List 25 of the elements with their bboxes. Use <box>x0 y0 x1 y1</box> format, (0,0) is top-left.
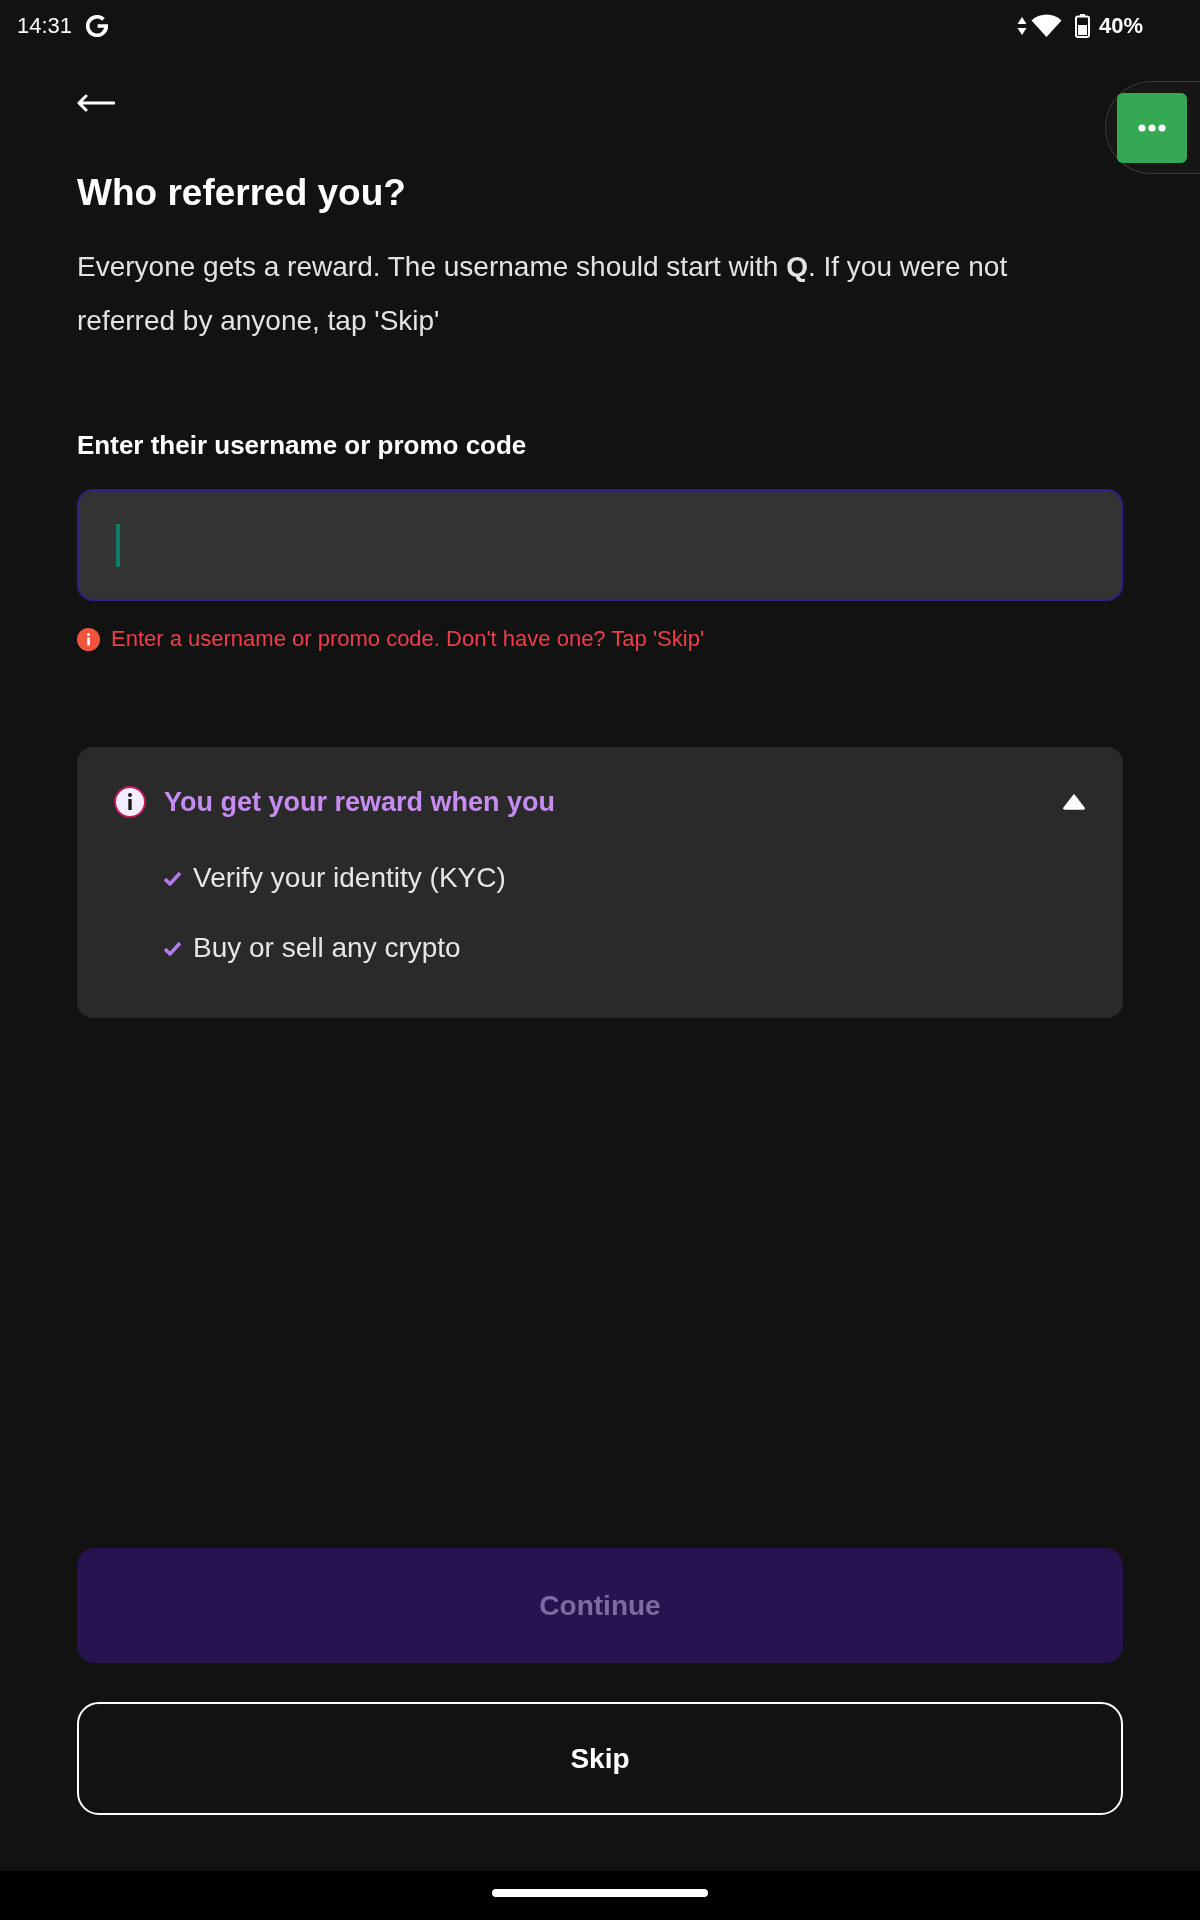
skip-button[interactable]: Skip <box>77 1702 1123 1815</box>
home-handle[interactable] <box>492 1889 708 1897</box>
more-icon <box>1117 92 1187 163</box>
error-message: Enter a username or promo code. Don't have one? Tap 'Skip' <box>111 625 705 653</box>
battery-icon <box>1074 14 1090 38</box>
reward-requirement: Verify your identity (KYC) <box>193 861 506 895</box>
check-icon <box>163 870 182 886</box>
reward-info-title: You get your reward when you <box>164 786 556 819</box>
page-title: Who referred you? <box>77 171 407 215</box>
reward-requirement: Buy or sell any crypto <box>193 931 461 965</box>
caret-icon[interactable] <box>1063 794 1085 810</box>
wifi-icon <box>1030 14 1062 38</box>
data-arrows-icon <box>1016 16 1027 36</box>
floating-menu-button[interactable] <box>1105 81 1200 174</box>
text-cursor-icon <box>116 523 120 567</box>
field-label: Enter their username or promo code <box>77 429 528 462</box>
arrow-left-icon <box>77 94 115 112</box>
error-icon <box>77 627 100 651</box>
g-icon <box>86 15 109 37</box>
page-description: Everyone gets a reward. The username should start with Q. If you were not referred by anyone, tap 'Skip' <box>77 250 1009 338</box>
battery-percentage: 40% <box>1098 13 1143 39</box>
username-field[interactable] <box>77 489 1123 601</box>
check-icon <box>163 940 182 956</box>
info-icon <box>114 786 146 818</box>
status-time: 14:31 <box>17 13 73 39</box>
